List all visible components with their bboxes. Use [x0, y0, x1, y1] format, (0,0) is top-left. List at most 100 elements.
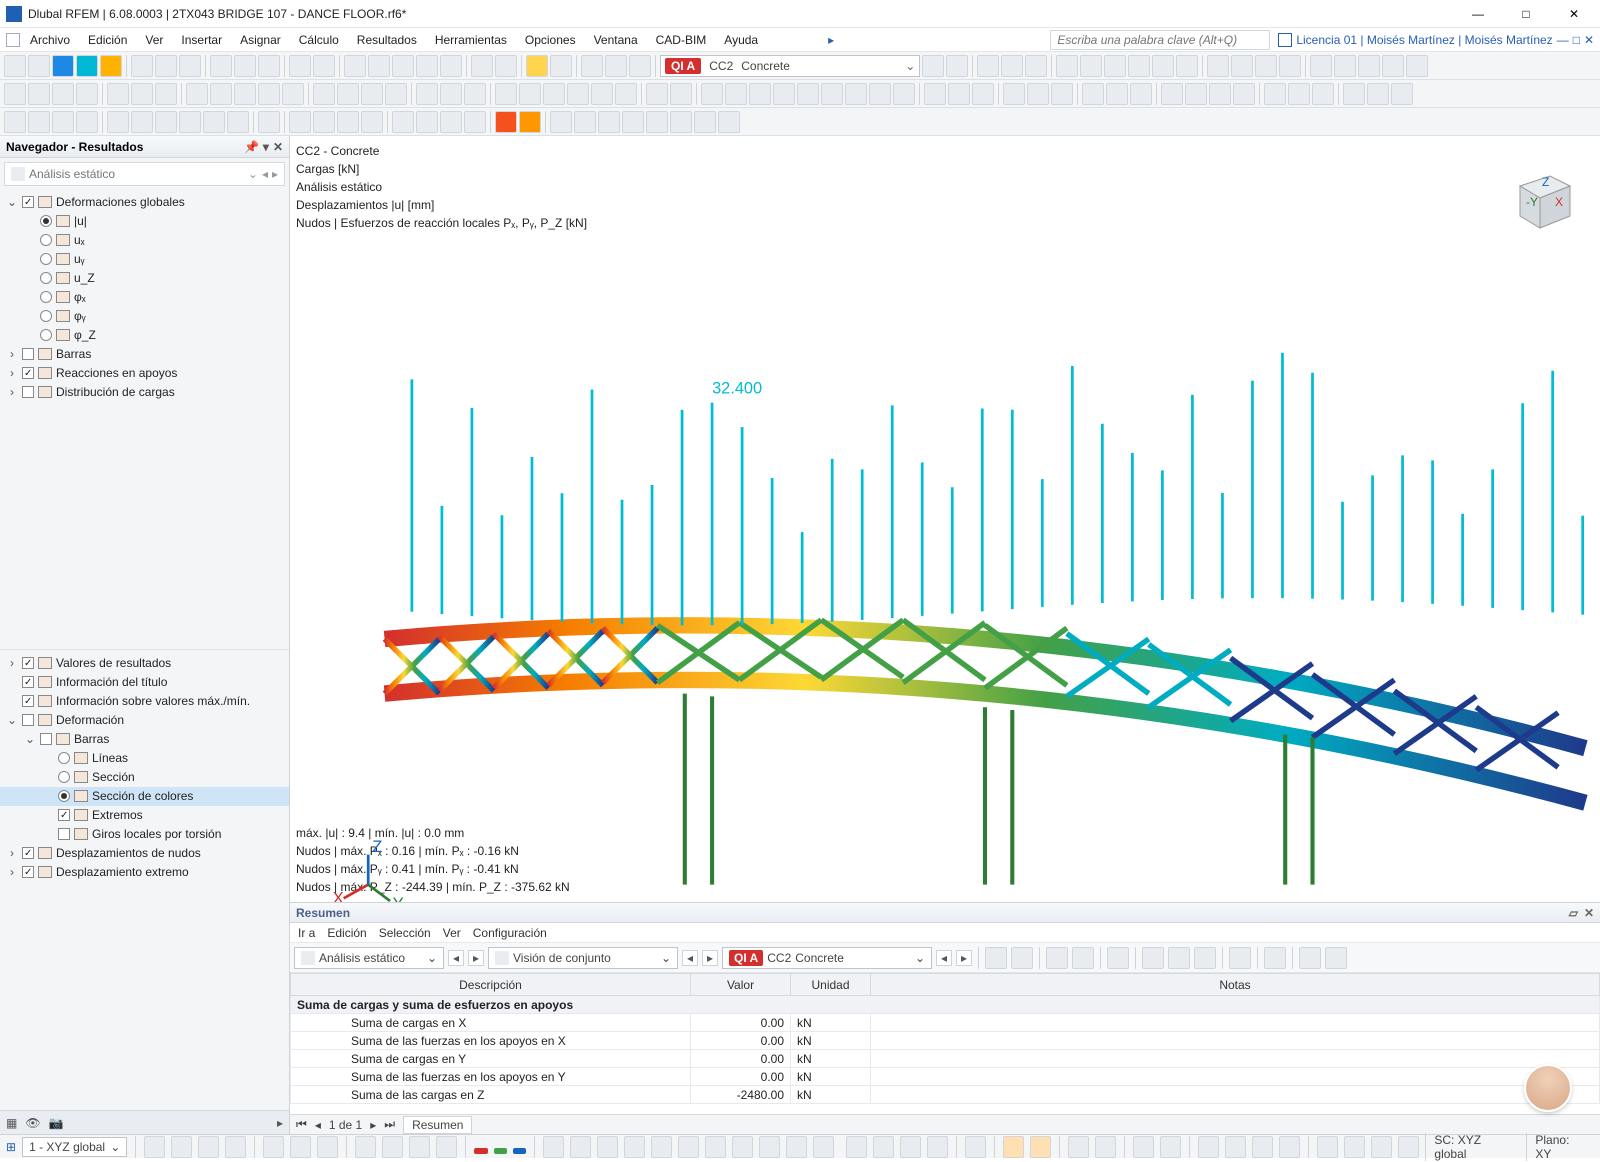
- tb2-z3[interactable]: [1391, 83, 1413, 105]
- tb2-x1[interactable]: [1264, 83, 1286, 105]
- sb-k2[interactable]: [1344, 1136, 1365, 1158]
- tb-snap3[interactable]: [1358, 55, 1380, 77]
- sb-g3[interactable]: [900, 1136, 921, 1158]
- sb-2[interactable]: [171, 1136, 192, 1158]
- res-menu-config[interactable]: Configuración: [473, 926, 547, 940]
- sb-4[interactable]: [225, 1136, 246, 1158]
- sb-12[interactable]: [543, 1136, 564, 1158]
- tb3-17[interactable]: [416, 111, 438, 133]
- res-first-icon[interactable]: ⏮: [296, 1117, 307, 1132]
- tb2-r9[interactable]: [893, 83, 915, 105]
- tb2-r2[interactable]: [725, 83, 747, 105]
- license-info[interactable]: Licencia 01 | Moisés Martínez | Moisés M…: [1278, 33, 1594, 47]
- tb-model[interactable]: [392, 55, 414, 77]
- tb2-x3[interactable]: [1312, 83, 1334, 105]
- res-tb-5[interactable]: [1107, 947, 1129, 969]
- tree-node[interactable]: ›Distribución de cargas: [0, 382, 289, 401]
- sb-13[interactable]: [570, 1136, 591, 1158]
- sb-9[interactable]: [382, 1136, 403, 1158]
- sb-1[interactable]: [144, 1136, 165, 1158]
- tb2-sec3[interactable]: [464, 83, 486, 105]
- search-input[interactable]: [1050, 30, 1270, 50]
- chevron-down-icon[interactable]: ⌄: [248, 167, 258, 181]
- tb3-21[interactable]: [519, 111, 541, 133]
- res-tb-3[interactable]: [1046, 947, 1068, 969]
- sb-h9[interactable]: [1252, 1136, 1273, 1158]
- sb-h5[interactable]: [1133, 1136, 1154, 1158]
- tb-save[interactable]: [131, 55, 153, 77]
- resumen-pop-icon[interactable]: ▱: [1569, 906, 1578, 920]
- tb-view3[interactable]: [1104, 55, 1126, 77]
- tb2-gen2[interactable]: [337, 83, 359, 105]
- tb3-10[interactable]: [227, 111, 249, 133]
- tb2-p2[interactable]: [1185, 83, 1207, 105]
- sb-16[interactable]: [651, 1136, 672, 1158]
- menu-ver[interactable]: Ver: [137, 31, 171, 49]
- col-valor[interactable]: Valor: [691, 974, 791, 996]
- tree-node[interactable]: |u|: [0, 211, 289, 230]
- cc-combo[interactable]: Concrete: [741, 59, 901, 73]
- res-combo-analysis[interactable]: Análisis estático⌄: [294, 947, 444, 969]
- tb3-26[interactable]: [646, 111, 668, 133]
- res-tb-1[interactable]: [985, 947, 1007, 969]
- tb-next[interactable]: [946, 55, 968, 77]
- tb-play[interactable]: [629, 55, 651, 77]
- sb-g4[interactable]: [927, 1136, 948, 1158]
- tree-node[interactable]: u_Z: [0, 268, 289, 287]
- tb-gear-icon[interactable]: [100, 55, 122, 77]
- res-menu-edicion[interactable]: Edición: [327, 926, 366, 940]
- tb2-m6[interactable]: [615, 83, 637, 105]
- tb-nav[interactable]: [495, 55, 517, 77]
- tb3-19[interactable]: [464, 111, 486, 133]
- res-last-icon[interactable]: ⏭: [384, 1117, 395, 1132]
- viewport-3d[interactable]: CC2 - ConcreteCargas [kN]Análisis estáti…: [290, 136, 1600, 902]
- tb3-3[interactable]: [52, 111, 74, 133]
- tree-node[interactable]: φᵧ: [0, 306, 289, 325]
- menu-ventana[interactable]: Ventana: [586, 31, 646, 49]
- tb3-28[interactable]: [694, 111, 716, 133]
- tb-grid3[interactable]: [1255, 55, 1277, 77]
- tb2-load5[interactable]: [282, 83, 304, 105]
- tree-node[interactable]: φ_Z: [0, 325, 289, 344]
- sb-g2[interactable]: [873, 1136, 894, 1158]
- tree-node[interactable]: ⌄Deformación: [0, 711, 289, 730]
- window-max-icon[interactable]: □: [1573, 33, 1580, 47]
- nav-next-icon[interactable]: ▸: [272, 167, 278, 181]
- quick-launch[interactable]: QI A CC2 Concrete ⌄: [660, 55, 920, 77]
- menu-insertar[interactable]: Insertar: [173, 31, 230, 49]
- res-nav-prev[interactable]: ◂: [448, 950, 464, 966]
- tb2-sel[interactable]: [4, 83, 26, 105]
- tb3-6[interactable]: [131, 111, 153, 133]
- tb3-20[interactable]: [495, 111, 517, 133]
- tb-loads[interactable]: [416, 55, 438, 77]
- tb3-11[interactable]: [258, 111, 280, 133]
- tb2-p1[interactable]: [1161, 83, 1183, 105]
- sb-15[interactable]: [624, 1136, 645, 1158]
- tb2-v1[interactable]: [924, 83, 946, 105]
- res-tb-6[interactable]: [1142, 947, 1164, 969]
- tb2-m3[interactable]: [543, 83, 565, 105]
- tb-sc[interactable]: [440, 55, 462, 77]
- sb-h6[interactable]: [1160, 1136, 1181, 1158]
- tb2-load3[interactable]: [234, 83, 256, 105]
- res-menu-seleccion[interactable]: Selección: [379, 926, 431, 940]
- tb2-load4[interactable]: [258, 83, 280, 105]
- sb-20[interactable]: [759, 1136, 780, 1158]
- sb-18[interactable]: [705, 1136, 726, 1158]
- menu-asignar[interactable]: Asignar: [232, 31, 289, 49]
- tb2-r6[interactable]: [821, 83, 843, 105]
- sb-3[interactable]: [198, 1136, 219, 1158]
- sb-k3[interactable]: [1371, 1136, 1392, 1158]
- tb-table[interactable]: [344, 55, 366, 77]
- tree-node[interactable]: ›Valores de resultados: [0, 654, 289, 673]
- tree-node[interactable]: Extremos: [0, 806, 289, 825]
- tb3-7[interactable]: [155, 111, 177, 133]
- tree-node[interactable]: uᵧ: [0, 249, 289, 268]
- nav-close-icon[interactable]: ✕: [273, 140, 283, 154]
- tb2-gen3[interactable]: [361, 83, 383, 105]
- tb3-22[interactable]: [550, 111, 572, 133]
- sb-h10[interactable]: [1279, 1136, 1300, 1158]
- tree-node[interactable]: Giros locales por torsión: [0, 825, 289, 844]
- tb2-m1[interactable]: [495, 83, 517, 105]
- res-prev-icon[interactable]: ◂: [315, 1118, 321, 1132]
